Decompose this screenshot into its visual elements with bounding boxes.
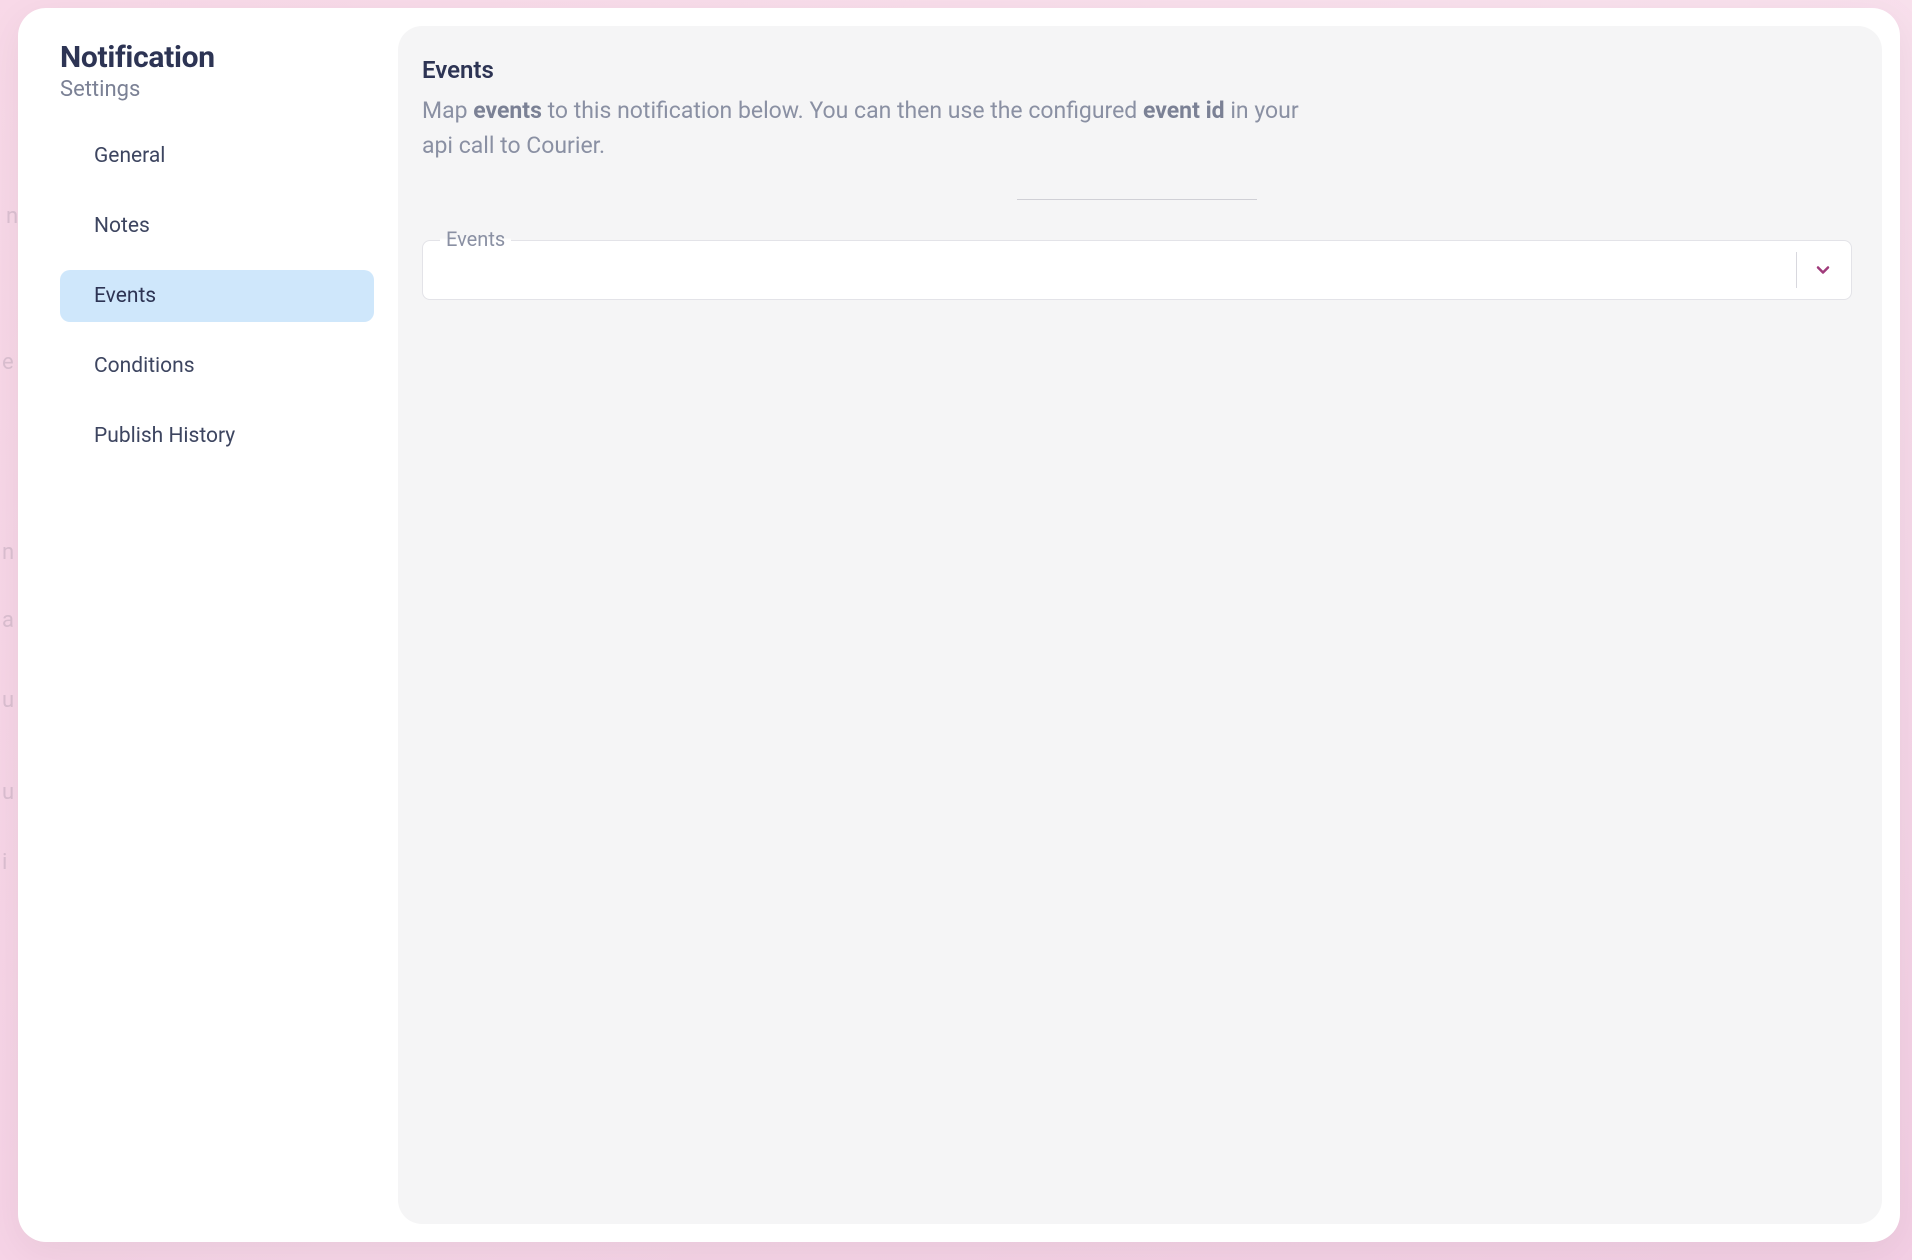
desc-strong-events: events [473,97,542,124]
section-divider [1017,199,1257,200]
events-field-label: Events [440,227,511,251]
nav-item-events[interactable]: Events [60,270,374,322]
events-field: Events [422,240,1852,300]
desc-strong-event-id: event id [1143,97,1225,124]
nav-item-general[interactable]: General [60,130,374,182]
events-select[interactable] [422,240,1852,300]
sidebar-subtitle: Settings [60,77,374,102]
settings-modal: Notification Settings General Notes Even… [18,8,1900,1242]
nav-item-notes[interactable]: Notes [60,200,374,252]
desc-text: to this notification below. You can then… [542,97,1143,124]
settings-nav: General Notes Events Conditions Publish … [60,130,374,476]
divider-container [422,199,1852,200]
nav-item-publish-history[interactable]: Publish History [60,410,374,462]
chevron-down-icon [1809,256,1837,284]
sidebar-title: Notification [60,40,374,75]
content-title: Events [422,56,1852,84]
desc-text: Map [422,97,473,124]
content-panel: Events Map events to this notification b… [398,26,1882,1224]
nav-item-conditions[interactable]: Conditions [60,340,374,392]
select-divider [1796,252,1797,288]
content-description: Map events to this notification below. Y… [422,94,1302,163]
settings-sidebar: Notification Settings General Notes Even… [18,8,398,1242]
